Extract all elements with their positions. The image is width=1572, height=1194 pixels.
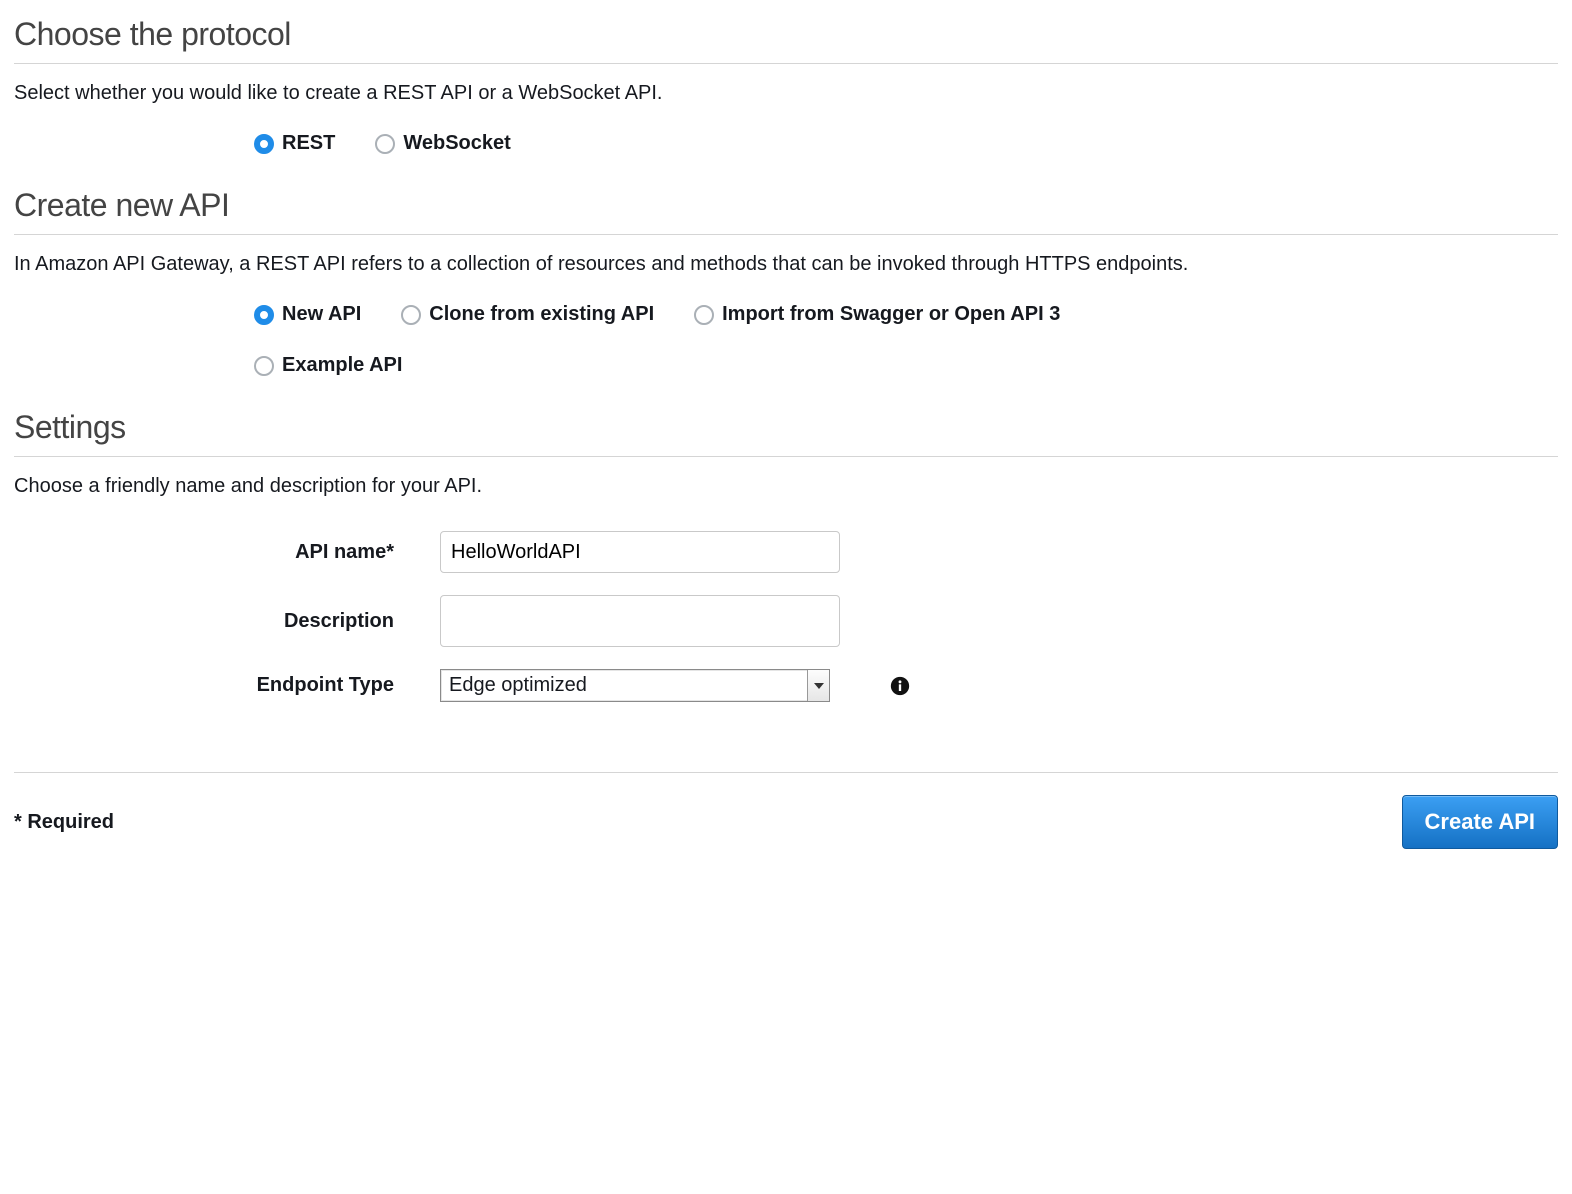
create-api-button[interactable]: Create API bbox=[1402, 795, 1558, 849]
radio-label: Clone from existing API bbox=[429, 303, 654, 326]
radio-example-api[interactable]: Example API bbox=[254, 354, 402, 377]
section-title-create: Create new API bbox=[14, 183, 1558, 235]
chevron-down-icon bbox=[807, 670, 829, 701]
section-desc-settings: Choose a friendly name and description f… bbox=[14, 471, 1558, 501]
required-note: * Required bbox=[14, 811, 114, 834]
select-endpoint-type[interactable]: Edge optimized bbox=[440, 669, 830, 702]
radio-new-api[interactable]: New API bbox=[254, 303, 361, 326]
label-description: Description bbox=[24, 610, 394, 633]
label-api-name: API name* bbox=[24, 541, 394, 564]
radio-label: REST bbox=[282, 132, 335, 155]
section-desc-protocol: Select whether you would like to create … bbox=[14, 78, 1558, 108]
radio-icon bbox=[694, 305, 714, 325]
section-desc-create: In Amazon API Gateway, a REST API refers… bbox=[14, 249, 1558, 279]
label-endpoint-type: Endpoint Type bbox=[24, 674, 394, 697]
footer: * Required Create API bbox=[14, 772, 1558, 849]
radio-rest[interactable]: REST bbox=[254, 132, 335, 155]
protocol-radio-group: REST WebSocket bbox=[14, 132, 1558, 155]
radio-icon bbox=[401, 305, 421, 325]
input-api-name[interactable] bbox=[440, 531, 840, 573]
radio-label: Example API bbox=[282, 354, 402, 377]
radio-icon bbox=[254, 134, 274, 154]
settings-form: API name* Description Endpoint Type Edge… bbox=[24, 531, 1558, 702]
radio-icon bbox=[375, 134, 395, 154]
radio-icon bbox=[254, 305, 274, 325]
input-description[interactable] bbox=[440, 595, 840, 647]
info-icon[interactable] bbox=[890, 676, 910, 696]
radio-icon bbox=[254, 356, 274, 376]
radio-websocket[interactable]: WebSocket bbox=[375, 132, 510, 155]
radio-label: New API bbox=[282, 303, 361, 326]
radio-label: WebSocket bbox=[403, 132, 510, 155]
section-title-settings: Settings bbox=[14, 405, 1558, 457]
section-title-protocol: Choose the protocol bbox=[14, 12, 1558, 64]
radio-clone-api[interactable]: Clone from existing API bbox=[401, 303, 654, 326]
radio-import-api[interactable]: Import from Swagger or Open API 3 bbox=[694, 303, 1060, 326]
create-radio-group: New API Clone from existing API Import f… bbox=[14, 303, 1558, 377]
radio-label: Import from Swagger or Open API 3 bbox=[722, 303, 1060, 326]
select-value: Edge optimized bbox=[441, 670, 807, 701]
